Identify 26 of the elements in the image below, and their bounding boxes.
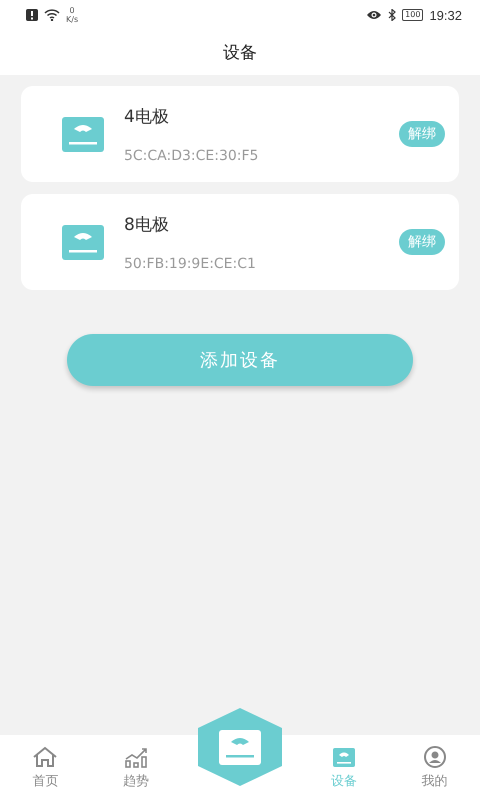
nav-tab[interactable]: 我的 xyxy=(389,735,480,800)
bluetooth-icon xyxy=(388,9,396,21)
device-card[interactable]: 8电极 50:FB:19:9E:CE:C1 解绑 xyxy=(21,194,459,290)
clock-time: 19:32 xyxy=(429,8,462,22)
nav-tab[interactable]: 趋势 xyxy=(90,735,182,800)
nav-tab[interactable]: 设备 xyxy=(298,735,390,800)
home-icon xyxy=(31,745,60,769)
mac-address: 50:FB:19:9E:CE:C1 xyxy=(124,256,257,272)
battery-level: 100 xyxy=(402,9,424,21)
device-name: 8电极 xyxy=(124,214,170,236)
device-card[interactable]: 4电极 5C:CA:D3:CE:30:F5 解绑 xyxy=(21,86,459,182)
device-name: 4电极 xyxy=(124,106,170,128)
wifi-icon xyxy=(44,9,60,21)
notification-icon xyxy=(26,9,38,21)
nav-tab[interactable]: 首页 xyxy=(0,735,91,800)
scale-hexagon-button[interactable] xyxy=(196,707,284,787)
speed-value: 0 xyxy=(70,6,75,15)
speed-unit: K/s xyxy=(66,15,78,24)
scale-icon xyxy=(62,224,104,260)
add-device-button[interactable]: 添加设备 xyxy=(67,334,413,386)
unbind-button[interactable]: 解绑 xyxy=(399,229,445,255)
mac-address: 5C:CA:D3:CE:30:F5 xyxy=(124,148,260,164)
unbind-button[interactable]: 解绑 xyxy=(399,121,445,147)
scale-icon xyxy=(62,116,104,152)
page-title: 设备 xyxy=(223,42,257,64)
eye-icon xyxy=(366,10,382,20)
